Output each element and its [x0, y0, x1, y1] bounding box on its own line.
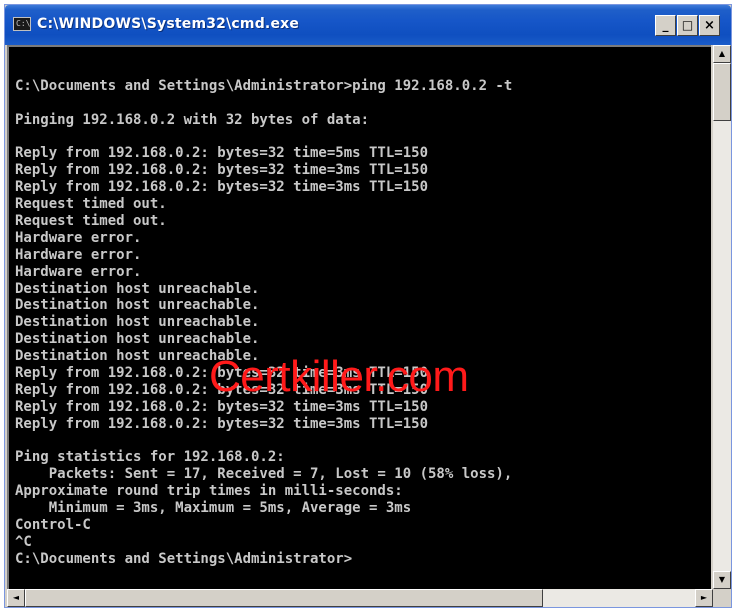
console-line: Ping statistics for 192.168.0.2:	[15, 449, 285, 466]
horizontal-scroll-thumb[interactable]	[25, 589, 543, 607]
cmd-app-icon[interactable]: C:\	[13, 17, 31, 31]
console-line: Reply from 192.168.0.2: bytes=32 time=3m…	[15, 415, 429, 432]
cmd-window: C:\ C:\WINDOWS\System32\cmd.exe _ □ × C:…	[4, 4, 732, 608]
console-line: Hardware error.	[15, 246, 142, 263]
vertical-scrollbar[interactable]: ▲ ▼	[713, 45, 731, 589]
close-button[interactable]: ×	[699, 15, 720, 36]
maximize-button[interactable]: □	[677, 15, 698, 36]
console-line: Approximate round trip times in milli-se…	[15, 483, 403, 500]
console-line: Reply from 192.168.0.2: bytes=32 time=3m…	[15, 162, 429, 179]
scrollbar-corner	[713, 589, 731, 607]
console-line: Destination host unreachable.	[15, 280, 260, 297]
console-line: Destination host unreachable.	[15, 314, 260, 331]
console-line: Destination host unreachable.	[15, 331, 260, 348]
console-line: ^C	[15, 533, 32, 550]
console-line: Hardware error.	[15, 263, 142, 280]
scroll-up-arrow-icon[interactable]: ▲	[713, 45, 731, 63]
title-bar[interactable]: C:\ C:\WINDOWS\System32\cmd.exe _ □ ×	[5, 5, 731, 45]
console-text: C:\Documents and Settings\Administrator>…	[15, 61, 512, 568]
console-line: C:\Documents and Settings\Administrator>	[15, 550, 353, 567]
console-line: Packets: Sent = 17, Received = 7, Lost =…	[15, 466, 513, 483]
console-line: Destination host unreachable.	[15, 297, 260, 314]
console-line: C:\Documents and Settings\Administrator>…	[15, 77, 513, 94]
scroll-right-arrow-icon[interactable]: ►	[695, 589, 713, 607]
watermark-text: Certkiller.com	[209, 352, 469, 401]
vertical-scroll-thumb[interactable]	[713, 63, 731, 121]
window-title: C:\WINDOWS\System32\cmd.exe	[37, 16, 300, 32]
console-line: Request timed out.	[15, 213, 167, 230]
console-line: Reply from 192.168.0.2: bytes=32 time=3m…	[15, 179, 429, 196]
scroll-left-arrow-icon[interactable]: ◄	[7, 589, 25, 607]
console-line: Control-C	[15, 517, 91, 534]
horizontal-scrollbar[interactable]: ◄ ►	[7, 589, 713, 607]
cmd-icon-label: C:\	[16, 19, 31, 28]
scroll-down-arrow-icon[interactable]: ▼	[713, 571, 731, 589]
minimize-button[interactable]: _	[655, 15, 676, 36]
console-line: Minimum = 3ms, Maximum = 5ms, Average = …	[15, 500, 412, 517]
console-output[interactable]: C:\Documents and Settings\Administrator>…	[7, 45, 711, 589]
console-line: Hardware error.	[15, 229, 142, 246]
console-line: Pinging 192.168.0.2 with 32 bytes of dat…	[15, 111, 370, 128]
console-line: Request timed out.	[15, 196, 167, 213]
console-line: Reply from 192.168.0.2: bytes=32 time=5m…	[15, 145, 429, 162]
